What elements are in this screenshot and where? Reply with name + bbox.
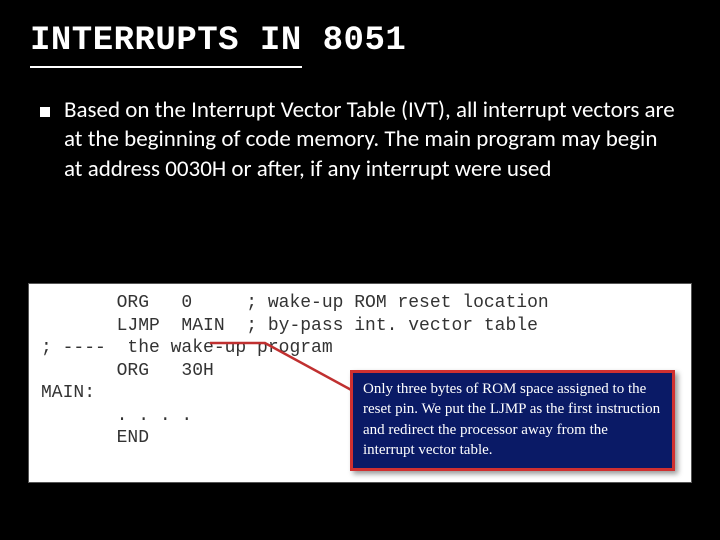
slide-title: INTERRUPTS IN 8051 — [0, 0, 720, 66]
bullet-item: Based on the Interrupt Vector Table (IVT… — [40, 96, 680, 184]
code-line: ; ---- the wake-up program — [41, 337, 679, 360]
code-line: ORG 0 ; wake-up ROM reset location — [41, 292, 679, 315]
body-paragraph: Based on the Interrupt Vector Table (IVT… — [64, 96, 680, 184]
body-region: Based on the Interrupt Vector Table (IVT… — [0, 68, 720, 184]
code-line: LJMP MAIN ; by-pass int. vector table — [41, 315, 679, 338]
callout-note: Only three bytes of ROM space assigned t… — [350, 370, 675, 471]
square-bullet-icon — [40, 107, 50, 117]
